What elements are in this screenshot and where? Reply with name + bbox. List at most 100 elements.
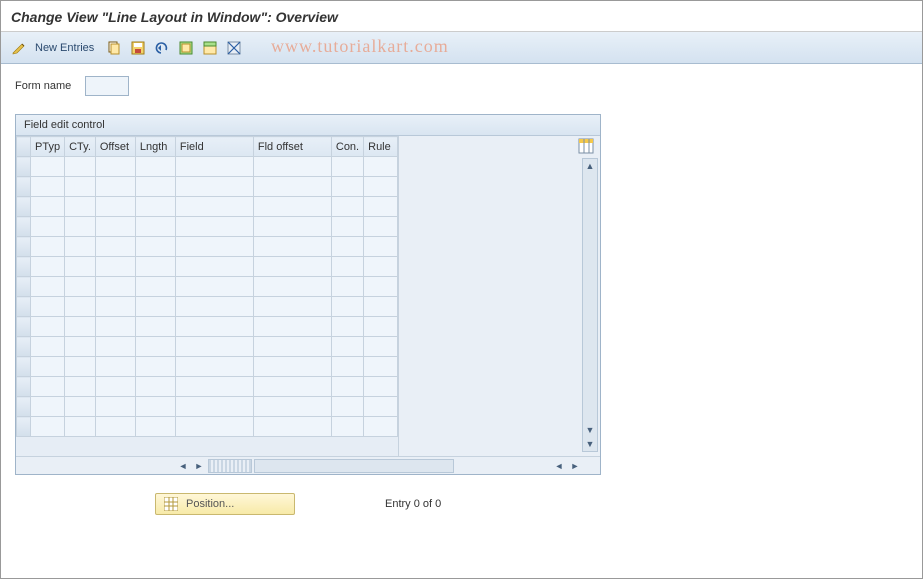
cell-ptyp[interactable]	[31, 257, 65, 277]
cell-field[interactable]	[175, 217, 253, 237]
position-button[interactable]: Position...	[155, 493, 295, 515]
cell-ptyp[interactable]	[31, 157, 65, 177]
row-selector[interactable]	[17, 317, 31, 337]
row-selector[interactable]	[17, 417, 31, 437]
cell-field[interactable]	[175, 317, 253, 337]
cell-length[interactable]	[135, 277, 175, 297]
select-block-icon[interactable]	[200, 38, 220, 58]
cell-field[interactable]	[175, 357, 253, 377]
row-selector[interactable]	[17, 397, 31, 417]
cell-offset[interactable]	[95, 277, 135, 297]
cell-fldoff[interactable]	[253, 277, 331, 297]
undo-icon[interactable]	[152, 38, 172, 58]
cell-fldoff[interactable]	[253, 237, 331, 257]
cell-ptyp[interactable]	[31, 177, 65, 197]
cell-con[interactable]	[331, 297, 363, 317]
cell-rule[interactable]	[364, 237, 398, 257]
cell-fldoff[interactable]	[253, 377, 331, 397]
row-selector[interactable]	[17, 217, 31, 237]
cell-con[interactable]	[331, 197, 363, 217]
cell-field[interactable]	[175, 177, 253, 197]
cell-field[interactable]	[175, 297, 253, 317]
cell-cty[interactable]	[65, 417, 96, 437]
cell-con[interactable]	[331, 217, 363, 237]
cell-field[interactable]	[175, 377, 253, 397]
cell-length[interactable]	[135, 377, 175, 397]
table-row[interactable]	[17, 177, 398, 197]
pencil-icon[interactable]	[9, 38, 29, 58]
cell-con[interactable]	[331, 317, 363, 337]
cell-offset[interactable]	[95, 157, 135, 177]
cell-offset[interactable]	[95, 337, 135, 357]
cell-field[interactable]	[175, 337, 253, 357]
cell-length[interactable]	[135, 217, 175, 237]
col-field[interactable]: Field	[175, 137, 253, 157]
cell-rule[interactable]	[364, 377, 398, 397]
cell-field[interactable]	[175, 257, 253, 277]
cell-offset[interactable]	[95, 397, 135, 417]
cell-con[interactable]	[331, 157, 363, 177]
cell-rule[interactable]	[364, 417, 398, 437]
table-row[interactable]	[17, 357, 398, 377]
table-row[interactable]	[17, 297, 398, 317]
cell-ptyp[interactable]	[31, 297, 65, 317]
cell-con[interactable]	[331, 257, 363, 277]
cell-offset[interactable]	[95, 417, 135, 437]
hscroll-thumb[interactable]	[208, 459, 252, 473]
cell-cty[interactable]	[65, 377, 96, 397]
cell-length[interactable]	[135, 157, 175, 177]
deselect-icon[interactable]	[224, 38, 244, 58]
hscroll-track[interactable]	[254, 459, 454, 473]
col-con[interactable]: Con.	[331, 137, 363, 157]
cell-ptyp[interactable]	[31, 397, 65, 417]
cell-offset[interactable]	[95, 297, 135, 317]
cell-field[interactable]	[175, 237, 253, 257]
table-row[interactable]	[17, 157, 398, 177]
cell-offset[interactable]	[95, 197, 135, 217]
cell-ptyp[interactable]	[31, 237, 65, 257]
copy-icon[interactable]	[104, 38, 124, 58]
cell-field[interactable]	[175, 197, 253, 217]
table-row[interactable]	[17, 377, 398, 397]
cell-offset[interactable]	[95, 237, 135, 257]
select-all-icon[interactable]	[176, 38, 196, 58]
field-grid[interactable]: PTyp CTy. Offset Lngth Field Fld offset …	[16, 136, 398, 437]
cell-offset[interactable]	[95, 377, 135, 397]
cell-rule[interactable]	[364, 177, 398, 197]
cell-cty[interactable]	[65, 277, 96, 297]
table-row[interactable]	[17, 317, 398, 337]
cell-ptyp[interactable]	[31, 417, 65, 437]
cell-cty[interactable]	[65, 217, 96, 237]
cell-ptyp[interactable]	[31, 277, 65, 297]
cell-rule[interactable]	[364, 337, 398, 357]
cell-cty[interactable]	[65, 397, 96, 417]
cell-ptyp[interactable]	[31, 357, 65, 377]
cell-length[interactable]	[135, 357, 175, 377]
table-settings-icon[interactable]	[578, 138, 594, 154]
scroll-right-end-icon[interactable]: ►	[568, 459, 582, 473]
table-row[interactable]	[17, 337, 398, 357]
table-row[interactable]	[17, 217, 398, 237]
cell-cty[interactable]	[65, 177, 96, 197]
cell-length[interactable]	[135, 417, 175, 437]
cell-con[interactable]	[331, 177, 363, 197]
cell-length[interactable]	[135, 317, 175, 337]
row-selector[interactable]	[17, 237, 31, 257]
cell-con[interactable]	[331, 277, 363, 297]
col-fldoff[interactable]: Fld offset	[253, 137, 331, 157]
cell-rule[interactable]	[364, 157, 398, 177]
cell-length[interactable]	[135, 177, 175, 197]
scroll-down2-icon[interactable]: ▼	[583, 437, 597, 451]
cell-con[interactable]	[331, 237, 363, 257]
row-selector[interactable]	[17, 377, 31, 397]
cell-field[interactable]	[175, 157, 253, 177]
table-row[interactable]	[17, 237, 398, 257]
cell-offset[interactable]	[95, 217, 135, 237]
new-entries-button[interactable]: New Entries	[33, 42, 100, 54]
row-selector[interactable]	[17, 297, 31, 317]
cell-rule[interactable]	[364, 257, 398, 277]
cell-con[interactable]	[331, 357, 363, 377]
cell-cty[interactable]	[65, 197, 96, 217]
cell-rule[interactable]	[364, 297, 398, 317]
cell-fldoff[interactable]	[253, 217, 331, 237]
